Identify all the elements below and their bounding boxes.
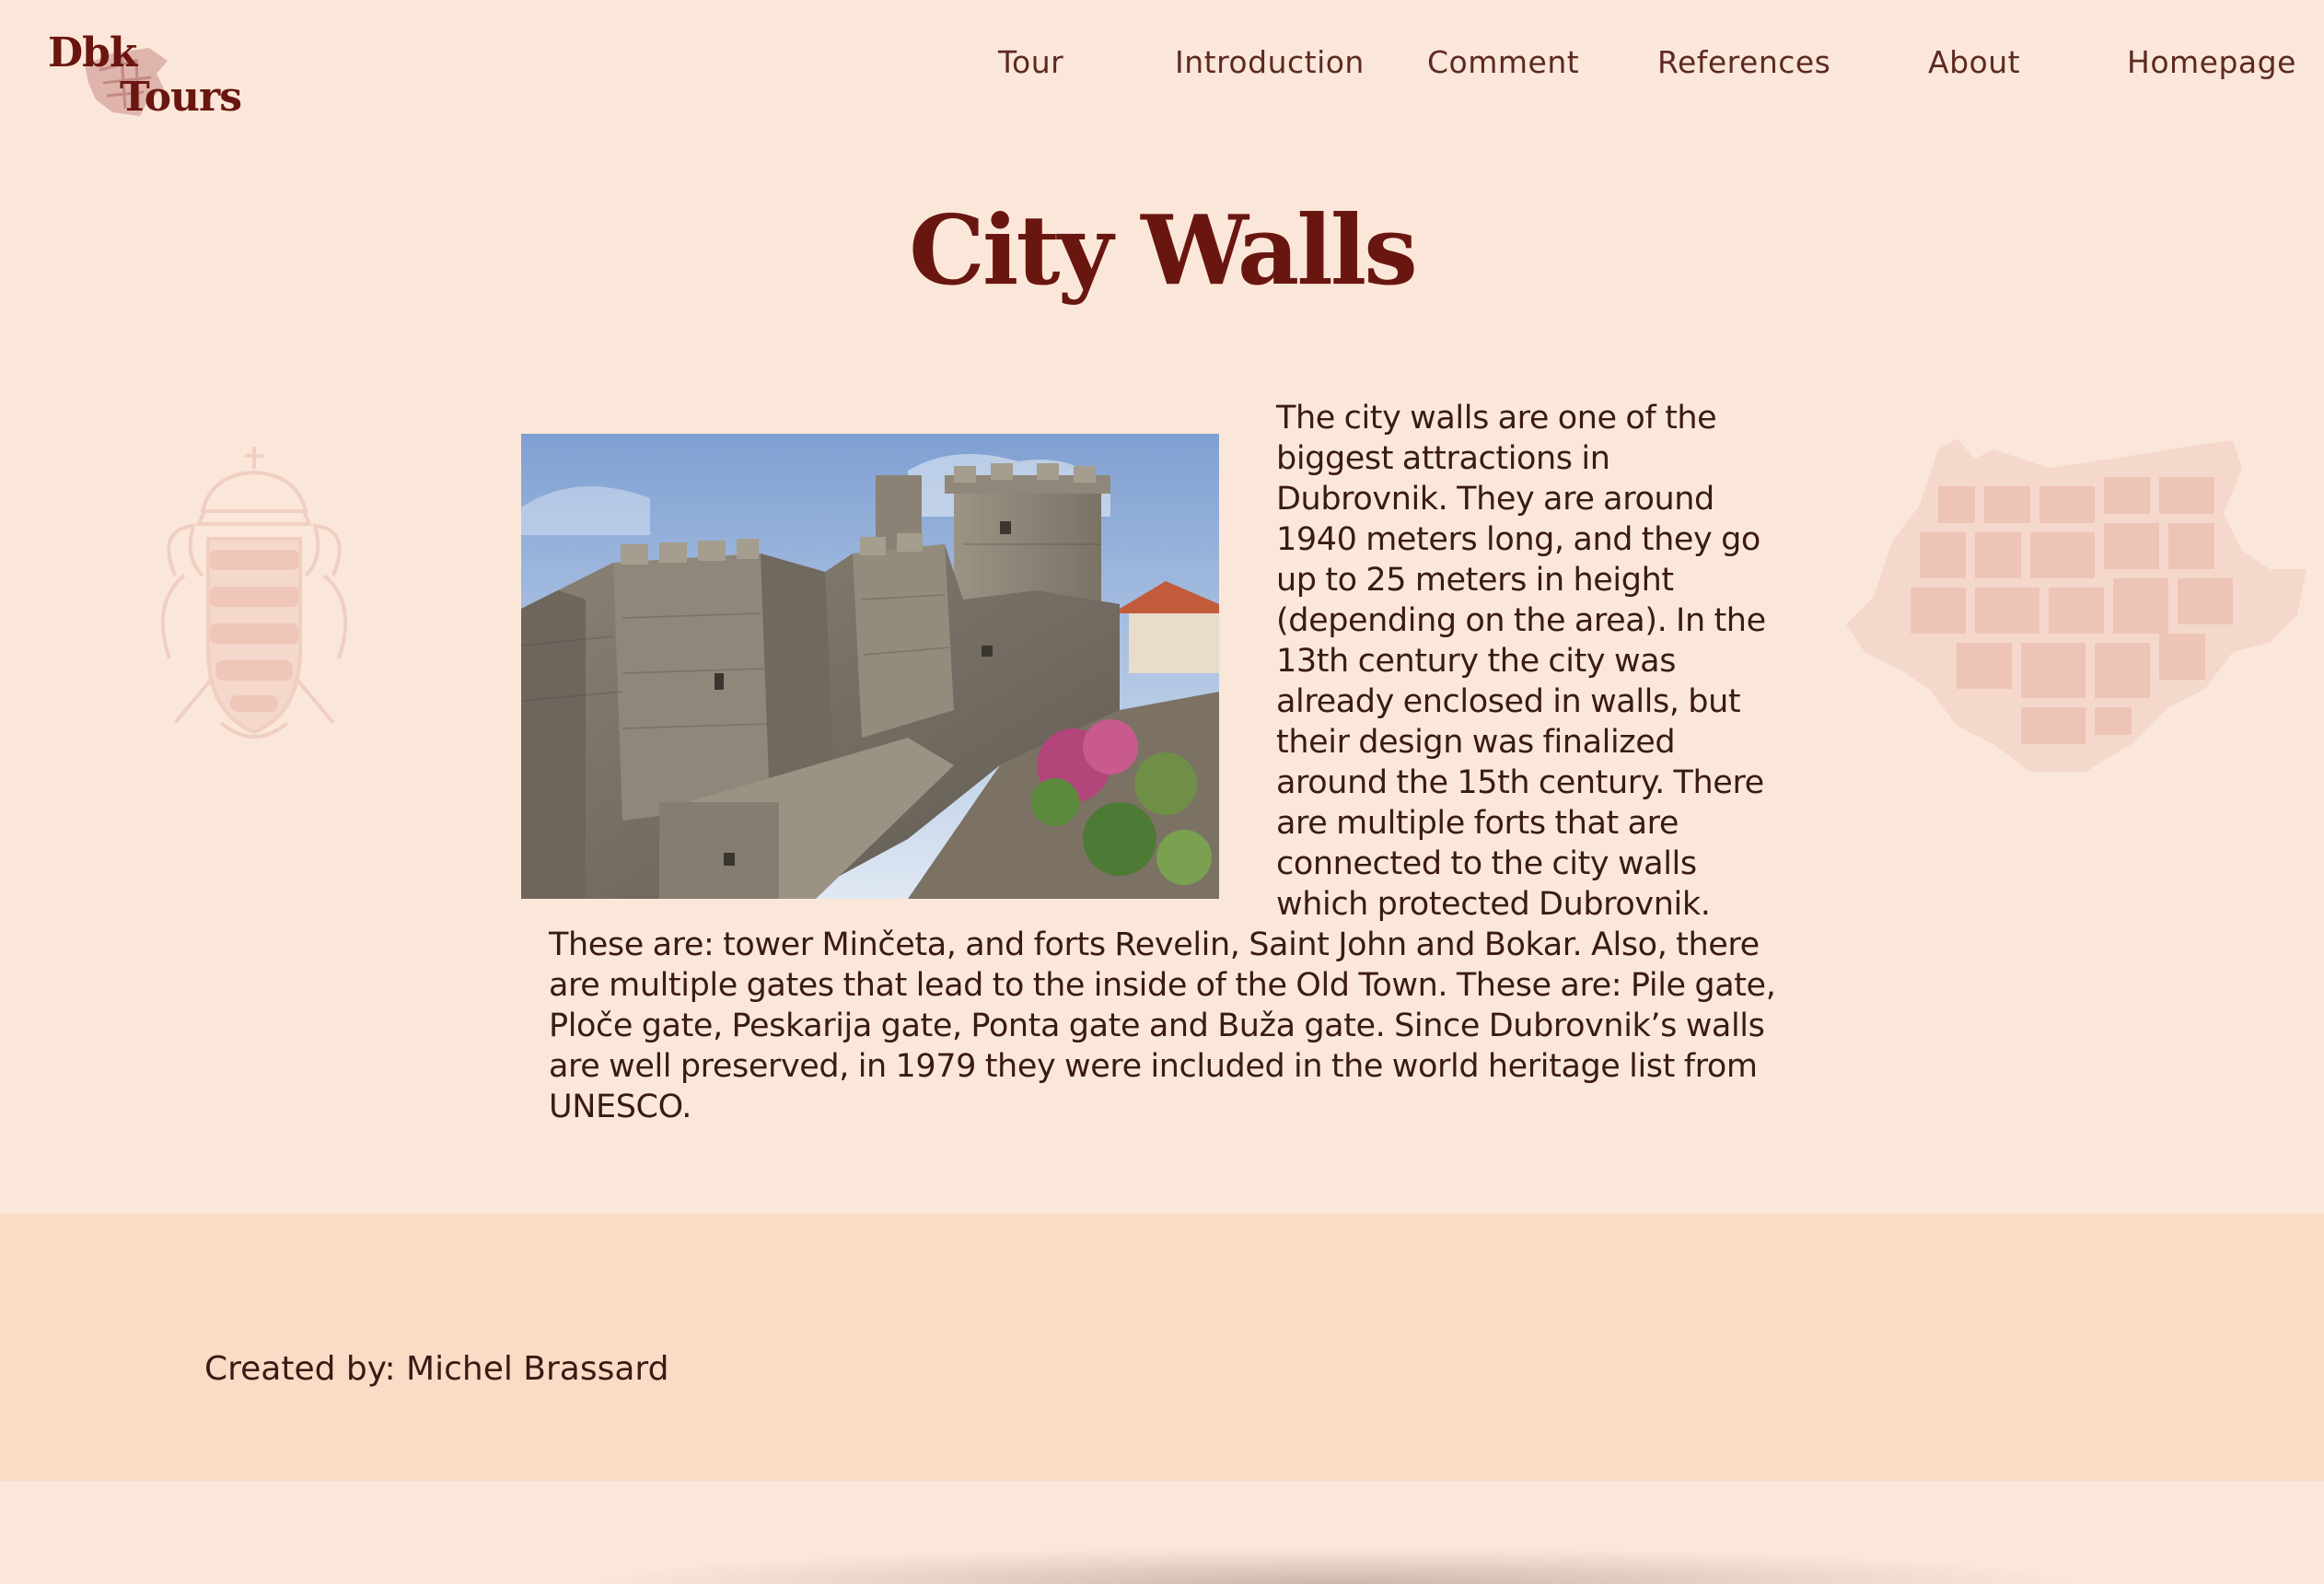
- page-title: City Walls: [909, 193, 1418, 307]
- footer: Created by: Michel Brassard: [0, 1214, 2324, 1481]
- coat-of-arms-icon: [160, 447, 348, 739]
- city-map-icon: [1846, 438, 2307, 772]
- nav-comment[interactable]: Comment: [1427, 44, 1579, 80]
- bottom-shadow: [598, 1547, 2072, 1584]
- brand-line2: Tours: [120, 74, 242, 121]
- nav-references[interactable]: References: [1657, 44, 1830, 80]
- page: Dbk Tours Tour Introduction Comment Refe…: [0, 0, 2324, 1584]
- nav-homepage[interactable]: Homepage: [2127, 44, 2296, 80]
- brand-logo[interactable]: Dbk Tours: [48, 28, 242, 129]
- content-area: The city walls are one of the biggest at…: [549, 398, 1783, 1127]
- nav-introduction[interactable]: Introduction: [1175, 44, 1365, 80]
- nav-about[interactable]: About: [1928, 44, 2020, 80]
- brand-line1: Dbk: [48, 29, 137, 76]
- nav-tour[interactable]: Tour: [998, 44, 1063, 80]
- footer-credit: Created by: Michel Brassard: [204, 1350, 669, 1388]
- image-spacer: [549, 398, 1276, 923]
- main-nav: Tour Introduction Comment References Abo…: [958, 44, 2320, 83]
